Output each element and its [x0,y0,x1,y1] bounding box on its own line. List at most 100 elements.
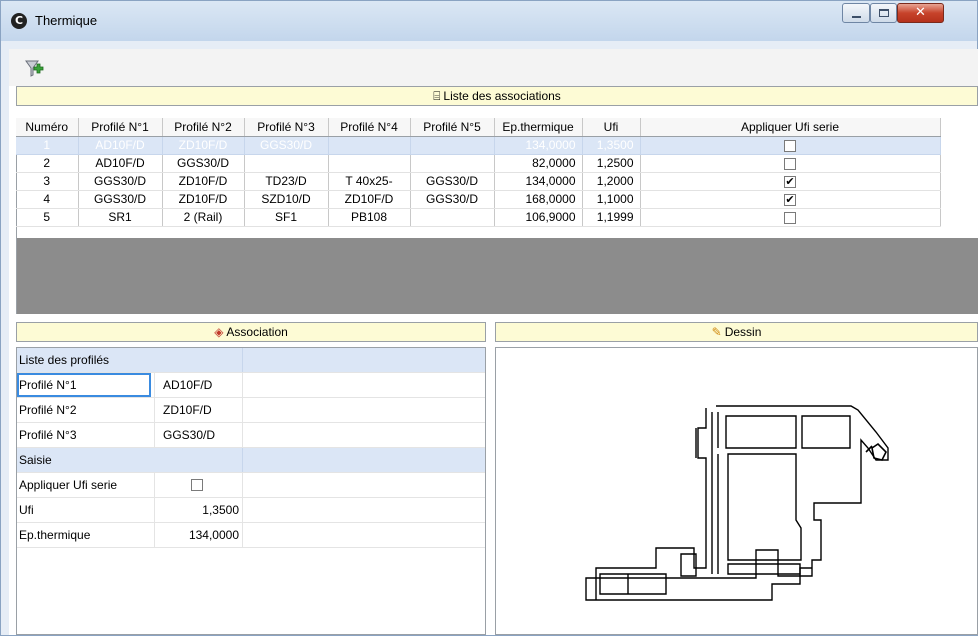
cell-profile-4[interactable] [328,136,411,155]
drawing-icon: ✎ [711,325,722,339]
table-row[interactable]: 1 AD10F/D ZD10F/D GGS30/D 134,0000 1,3500 [16,136,941,155]
prop-row-profile-2[interactable]: Profilé N°2 ZD10F/D [17,398,485,423]
cell-profile-5[interactable]: GGS30/D [410,190,495,209]
cell-appliquer[interactable] [640,136,941,155]
col-profile-2[interactable]: Profilé N°2 [162,118,245,137]
prop-row-ufi[interactable]: Ufi 1,3500 [17,498,485,523]
drawing-canvas[interactable] [495,347,978,635]
cell-profile-4[interactable]: ZD10F/D [328,190,411,209]
prop-row-profile-3[interactable]: Profilé N°3 GGS30/D [17,423,485,448]
col-profile-5[interactable]: Profilé N°5 [410,118,495,137]
table-row[interactable]: 4 GGS30/D ZD10F/D SZD10/D ZD10F/D GGS30/D 168,… [16,190,941,209]
cell-numero[interactable]: 4 [16,190,79,209]
appliquer-checkbox[interactable] [784,211,796,224]
gasket [865,442,887,461]
cell-numero[interactable]: 1 [16,136,79,155]
cell-profile-2[interactable]: ZD10F/D [162,190,245,209]
minimize-button[interactable] [842,3,870,23]
association-header-label: Association [226,325,288,339]
prop-row-appliquer[interactable]: Appliquer Ufi serie [17,473,485,498]
category-profiles[interactable]: Liste des profilés [17,348,485,373]
bottom-chamber [727,563,801,575]
close-button[interactable]: ✕ [897,3,944,23]
client-area: ⌸ Liste des associations Numéro Profilé N… [9,49,978,635]
cell-profile-1[interactable]: GGS30/D [78,172,163,191]
prop-value[interactable]: GGS30/D [163,428,215,442]
cell-profile-2[interactable]: ZD10F/D [162,172,245,191]
cell-numero[interactable]: 3 [16,172,79,191]
liste-header-label: Liste des associations [443,89,561,103]
column-separator [154,498,155,522]
window: C Thermique ✕ ⌸ Liste des associations Nu… [0,0,978,636]
cell-profile-3[interactable] [244,154,329,173]
table-row[interactable]: 3 GGS30/D ZD10F/D TD23/D T 40x25- GGS30/D 134,… [16,172,941,191]
cell-profile-1[interactable]: SR1 [78,208,163,227]
cell-profile-2[interactable]: ZD10F/D [162,136,245,155]
prop-row-ep[interactable]: Ep.thermique 134,0000 [17,523,485,548]
cell-ep-thermique[interactable]: 168,0000 [494,190,583,209]
cell-profile-4[interactable]: PB108 [328,208,411,227]
cell-ufi[interactable]: 1,3500 [582,136,641,155]
sash-rail [711,412,719,574]
association-icon: ◈ [214,325,224,339]
appliquer-checkbox[interactable]: ✔ [784,193,796,206]
cell-profile-1[interactable]: GGS30/D [78,190,163,209]
col-numero[interactable]: Numéro [16,118,79,137]
prop-row-profile-1[interactable]: Profilé N°1 AD10F/D [17,373,485,398]
maximize-button[interactable] [870,3,897,23]
prop-label: Profilé N°3 [19,428,77,442]
category-saisie[interactable]: Saisie [17,448,485,473]
cell-profile-4[interactable]: T 40x25- [328,172,411,191]
appliquer-checkbox[interactable] [784,157,796,170]
col-profile-4[interactable]: Profilé N°4 [328,118,411,137]
category-saisie-label: Saisie [19,453,52,467]
cell-appliquer[interactable]: ✔ [640,172,941,191]
cell-profile-2[interactable]: 2 (Rail) [162,208,245,227]
cell-profile-4[interactable] [328,154,411,173]
cell-profile-3[interactable]: SZD10/D [244,190,329,209]
cell-ep-thermique[interactable]: 134,0000 [494,172,583,191]
cell-ep-thermique[interactable]: 106,9000 [494,208,583,227]
cell-profile-3[interactable]: GGS30/D [244,136,329,155]
prop-value[interactable]: ZD10F/D [163,403,212,417]
cell-profile-3[interactable]: TD23/D [244,172,329,191]
col-appliquer[interactable]: Appliquer Ufi serie [640,118,941,137]
appliquer-checkbox[interactable]: ✔ [784,175,796,188]
cell-profile-5[interactable]: GGS30/D [410,172,495,191]
cell-ufi[interactable]: 1,1999 [582,208,641,227]
cell-appliquer[interactable]: ✔ [640,190,941,209]
cell-ufi[interactable]: 1,2500 [582,154,641,173]
cell-numero[interactable]: 5 [16,208,79,227]
prop-value[interactable]: AD10F/D [163,378,212,392]
prop-value[interactable]: 1,3500 [202,503,239,517]
col-profile-1[interactable]: Profilé N°1 [78,118,163,137]
cell-numero[interactable]: 2 [16,154,79,173]
column-separator [154,523,155,547]
cell-profile-3[interactable]: SF1 [244,208,329,227]
cell-profile-1[interactable]: AD10F/D [78,154,163,173]
col-ufi[interactable]: Ufi [582,118,641,137]
cell-appliquer[interactable] [640,208,941,227]
table-row[interactable]: 2 AD10F/D GGS30/D 82,0000 1,2500 [16,154,941,173]
col-profile-3[interactable]: Profilé N°3 [244,118,329,137]
cell-ufi[interactable]: 1,1000 [582,190,641,209]
cell-profile-5[interactable] [410,136,495,155]
outer-frame [595,408,707,600]
appliquer-checkbox[interactable] [784,139,796,152]
column-separator [242,423,243,447]
cell-appliquer[interactable] [640,154,941,173]
cell-profile-5[interactable] [410,208,495,227]
col-ep-thermique[interactable]: Ep.thermique [494,118,583,137]
cell-profile-1[interactable]: AD10F/D [78,136,163,155]
cell-profile-5[interactable] [410,154,495,173]
prop-value[interactable]: 134,0000 [189,528,239,542]
cell-ep-thermique[interactable]: 82,0000 [494,154,583,173]
center-chamber [727,453,802,561]
table-row[interactable]: 5 SR1 2 (Rail) SF1 PB108 106,9000 1,1999 [16,208,941,227]
cell-profile-2[interactable]: GGS30/D [162,154,245,173]
appliquer-checkbox[interactable] [191,479,203,491]
cell-ep-thermique[interactable]: 134,0000 [494,136,583,155]
cell-ufi[interactable]: 1,2000 [582,172,641,191]
filter-add-icon[interactable] [25,59,45,79]
dessin-header-label: Dessin [724,325,762,339]
